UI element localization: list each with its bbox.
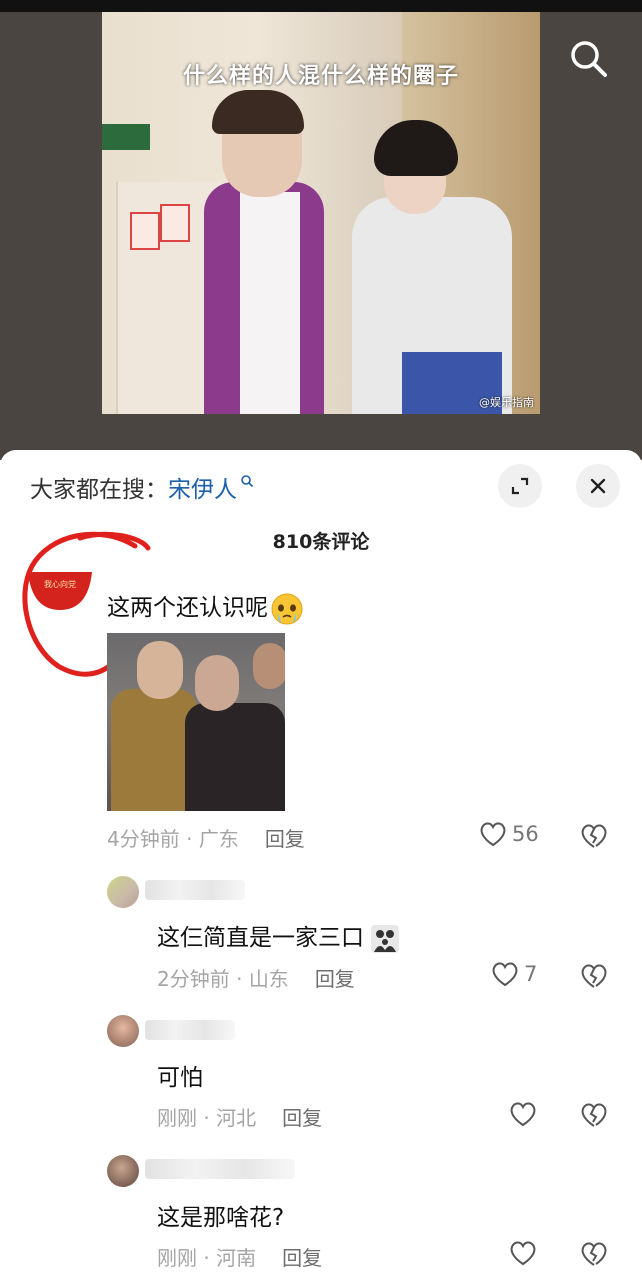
exit-sign-graphic: [102, 124, 150, 150]
comment-time: 4分钟前: [107, 827, 180, 851]
close-icon: [590, 478, 606, 494]
comment-meta: 刚刚 · 河南 回复: [157, 1242, 322, 1271]
avatar[interactable]: [107, 1155, 139, 1187]
like-button[interactable]: [508, 1239, 542, 1267]
comment-location: 河南: [216, 1246, 257, 1270]
warning-sign-graphic: [130, 212, 160, 250]
image-figure-head: [195, 655, 239, 711]
heart-icon: [510, 1102, 536, 1127]
comment-location: 河北: [216, 1106, 257, 1130]
status-bar: [0, 0, 642, 12]
comment-text: 这是那啥花?: [157, 1205, 285, 1231]
video-caption: 什么样的人混什么样的圈子: [182, 64, 459, 89]
broken-heart-icon[interactable]: [579, 1239, 609, 1269]
search-suggestion-term[interactable]: 宋伊人: [168, 477, 237, 503]
reply-button[interactable]: 回复: [282, 1246, 322, 1270]
comment-meta: 4分钟前 · 广东 回复: [107, 823, 305, 852]
image-figure-head: [137, 641, 183, 699]
meta-separator: ·: [197, 1246, 217, 1270]
comment-time: 刚刚: [157, 1246, 197, 1270]
comment-time: 刚刚: [157, 1106, 197, 1130]
heart-icon: [510, 1241, 536, 1266]
family-icon: [371, 924, 399, 953]
person-left-hair: [212, 90, 304, 134]
meta-separator: ·: [229, 967, 249, 991]
comment-time: 2分钟前: [157, 967, 230, 991]
comment-location: 山东: [248, 967, 289, 991]
reply-button[interactable]: 回复: [315, 967, 355, 991]
video-frame[interactable]: 什么样的人混什么样的圈子 @娱乐指南: [102, 12, 540, 414]
small-search-icon: [241, 475, 254, 488]
username-blurred[interactable]: [145, 1020, 235, 1040]
username-blurred[interactable]: [145, 880, 245, 900]
image-figure: [185, 703, 285, 811]
close-button[interactable]: [576, 464, 620, 508]
expand-button[interactable]: [498, 464, 542, 508]
like-button[interactable]: 56: [478, 820, 539, 848]
image-figure-head: [253, 643, 285, 689]
like-button[interactable]: 7: [490, 960, 537, 988]
like-count: 56: [512, 822, 539, 846]
heart-icon: [480, 822, 506, 847]
username-blurred[interactable]: [145, 1159, 295, 1179]
crying-face-icon: [271, 593, 303, 624]
meta-separator: ·: [179, 827, 199, 851]
person-left-shirt: [240, 192, 300, 414]
reply-button[interactable]: 回复: [282, 1106, 322, 1130]
meta-separator: ·: [197, 1106, 217, 1130]
search-suggestion[interactable]: 大家都在搜：宋伊人: [30, 470, 254, 504]
like-button[interactable]: [508, 1100, 542, 1128]
search-suggestion-prefix: 大家都在搜：: [30, 477, 168, 503]
reply-button[interactable]: 回复: [265, 827, 305, 851]
heart-icon: [492, 962, 518, 987]
like-count: 7: [524, 962, 538, 986]
video-area[interactable]: 什么样的人混什么样的圈子 @娱乐指南: [0, 12, 642, 460]
comment-text: 可怕: [157, 1065, 203, 1091]
avatar[interactable]: [107, 1015, 139, 1047]
watermark: @娱乐指南: [479, 396, 534, 409]
comment-location: 广东: [198, 827, 239, 851]
comment-meta: 刚刚 · 河北 回复: [157, 1102, 322, 1131]
broken-heart-icon[interactable]: [579, 961, 609, 991]
comment-text: 这两个还认识呢: [107, 588, 304, 626]
comment-panel: 大家都在搜：宋伊人 810条评论 我心向党 这两个还认识呢 4分钟前 · 广东回…: [0, 450, 642, 1279]
warning-sign-graphic: [160, 204, 190, 242]
comment-image[interactable]: [107, 633, 285, 811]
comment-meta: 2分钟前 · 山东 回复: [157, 963, 355, 992]
broken-heart-icon[interactable]: [579, 821, 609, 851]
expand-icon: [511, 477, 529, 495]
comment-text: 这仨简直是一家三口: [157, 918, 400, 954]
avatar[interactable]: [107, 876, 139, 908]
broken-heart-icon[interactable]: [579, 1100, 609, 1130]
search-icon[interactable]: [566, 36, 610, 80]
